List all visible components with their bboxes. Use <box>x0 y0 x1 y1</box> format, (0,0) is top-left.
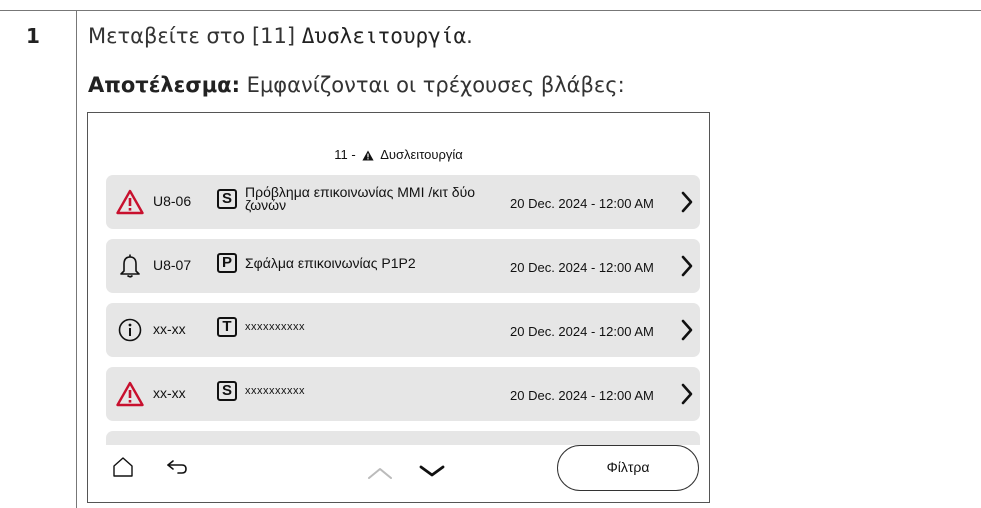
fault-datetime: 20 Dec. 2024 - 12:00 AM <box>510 196 654 211</box>
table-column-divider <box>76 10 77 508</box>
fault-description: xxxxxxxxxx <box>245 385 305 397</box>
fault-source-badge: S <box>217 381 237 401</box>
result-text: Εμφανίζονται οι τρέχουσες βλάβες: <box>240 73 625 97</box>
step-instruction: Μεταβείτε στο [11] Δυσλειτουργία. <box>88 24 473 48</box>
bell-icon <box>116 253 144 279</box>
fault-description: xxxxxxxxxx <box>245 321 305 333</box>
instruction-menu-name: Δυσλειτουργία <box>301 24 467 48</box>
chevron-right-icon <box>680 190 694 214</box>
chevron-right-icon <box>680 382 694 406</box>
fault-code: xx-xx <box>153 321 186 337</box>
step-number: 1 <box>26 24 40 48</box>
chevron-right-icon <box>680 318 694 342</box>
fault-code: xx-xx <box>153 385 186 401</box>
fault-datetime: 20 Dec. 2024 - 12:00 AM <box>510 260 654 275</box>
fault-code: U8-06 <box>153 193 192 209</box>
fault-source-badge: T <box>217 317 237 337</box>
instruction-suffix: . <box>466 24 473 48</box>
bottom-bar: Φίλτρα <box>88 445 709 502</box>
fault-description: Πρόβλημα επικοινωνίας MMI /κιτ δύο ζωνών <box>245 184 476 213</box>
fault-row[interactable]: xx-xx S xxxxxxxxxx 20 Dec. 2024 - 12:00 … <box>106 367 700 421</box>
step-result: Αποτέλεσμα: Εμφανίζονται οι τρέχουσες βλ… <box>88 73 625 97</box>
fault-description: Σφάλμα επικοινωνίας P1P2 <box>245 255 416 271</box>
warning-triangle-icon <box>362 149 374 164</box>
warning-triangle-icon <box>116 189 144 215</box>
fault-source-badge: S <box>217 189 237 209</box>
screen-title: 11 - Δυσλειτουργία <box>88 147 709 164</box>
screen-title-number: 11 - <box>334 147 356 162</box>
info-icon <box>116 317 144 343</box>
fault-row-partial[interactable] <box>106 431 700 445</box>
fault-datetime: 20 Dec. 2024 - 12:00 AM <box>510 324 654 339</box>
home-icon[interactable] <box>112 456 134 482</box>
filter-button[interactable]: Φίλτρα <box>557 445 699 491</box>
scroll-down-icon[interactable] <box>418 463 446 482</box>
back-arrow-icon[interactable] <box>166 459 188 479</box>
fault-row[interactable]: xx-xx T xxxxxxxxxx 20 Dec. 2024 - 12:00 … <box>106 303 700 357</box>
result-label: Αποτέλεσμα: <box>88 73 240 97</box>
warning-triangle-icon <box>116 381 144 407</box>
fault-datetime: 20 Dec. 2024 - 12:00 AM <box>510 388 654 403</box>
instruction-prefix: Μεταβείτε στο [11] <box>88 24 302 48</box>
chevron-right-icon <box>680 254 694 278</box>
table-top-rule <box>0 10 981 11</box>
fault-code: U8-07 <box>153 257 192 273</box>
device-screen: 11 - Δυσλειτουργία U8-06 S Πρόβλημα επικ… <box>87 112 710 503</box>
screen-title-text: Δυσλειτουργία <box>380 147 463 162</box>
fault-row[interactable]: U8-07 P Σφάλμα επικοινωνίας P1P2 20 Dec.… <box>106 239 700 293</box>
fault-source-badge: P <box>217 253 237 273</box>
scroll-up-icon[interactable] <box>366 465 394 484</box>
fault-row[interactable]: U8-06 S Πρόβλημα επικοινωνίας MMI /κιτ δ… <box>106 175 700 229</box>
